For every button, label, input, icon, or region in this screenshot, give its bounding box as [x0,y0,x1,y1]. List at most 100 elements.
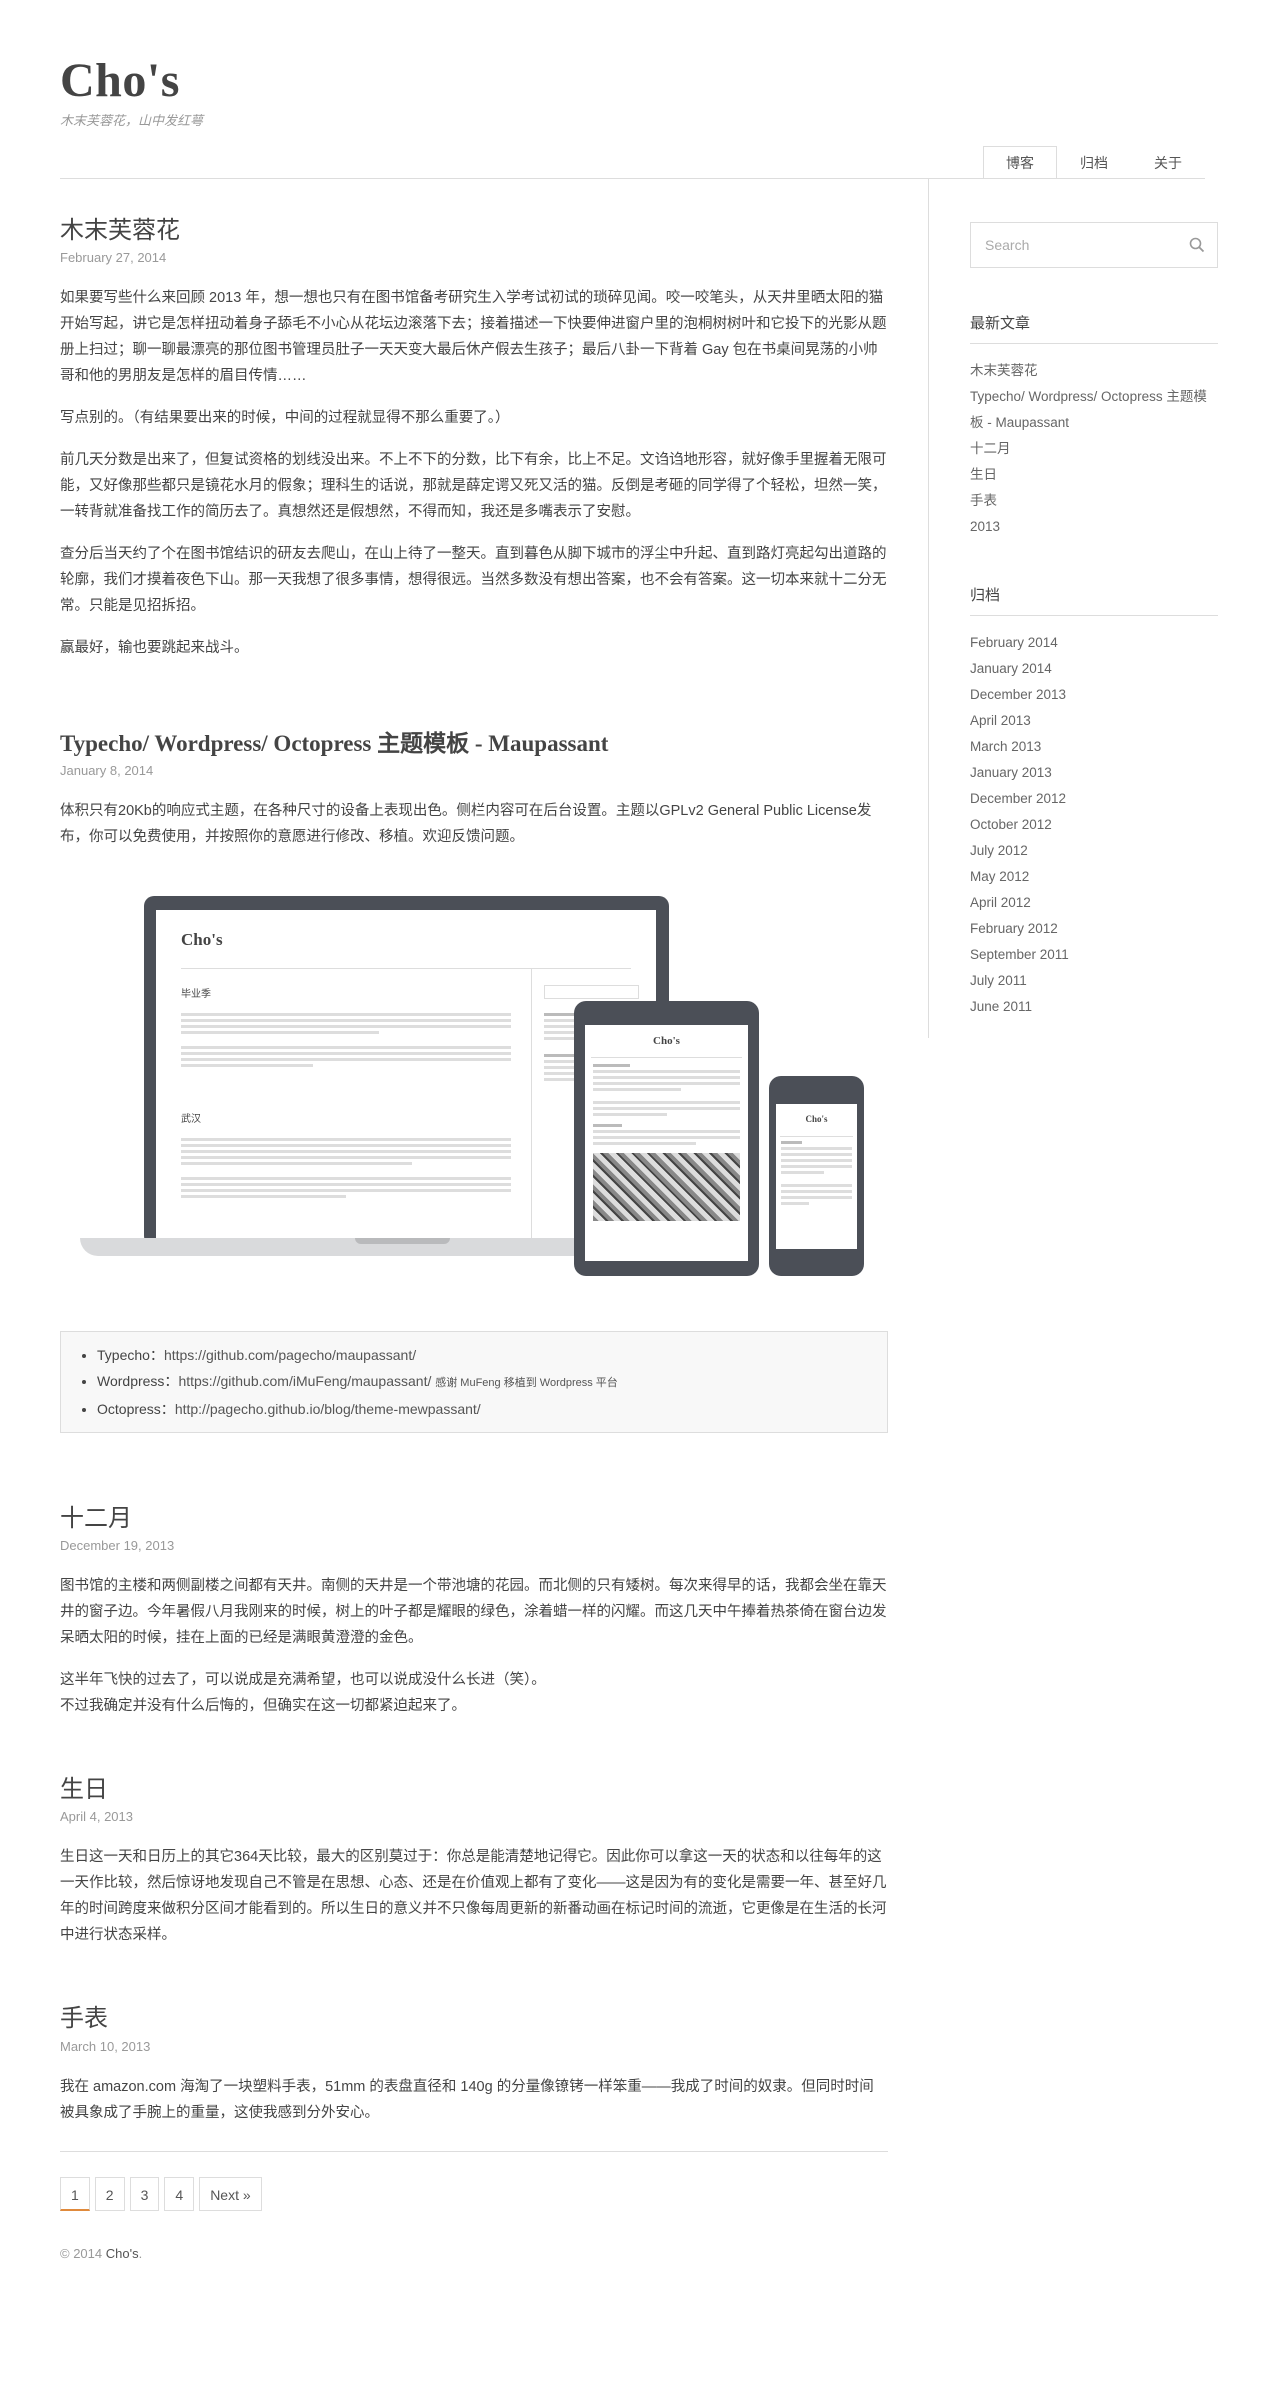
list-item: October 2012 [970,812,1218,838]
recent-post-link[interactable]: 十二月 [970,441,1011,456]
post-date: December 19, 2013 [60,1538,175,1554]
post-date: January 8, 2014 [60,763,154,779]
pagination: 1 2 3 4 Next » [60,2176,888,2211]
site-title[interactable]: Cho's [60,54,203,108]
sidebar: 最新文章 木末芙蓉花 Typecho/ Wordpress/ Octopress… [970,222,1218,1020]
phone-screen: Cho's [776,1104,857,1250]
footer-site-link[interactable]: Cho's [106,2246,139,2261]
post-title[interactable]: Typecho/ Wordpress/ Octopress 主题模板 - Mau… [60,729,888,759]
post-paragraph: 查分后当天约了个在图书馆结识的研友去爬山，在山上待了一整天。直到暮色从脚下城市的… [60,546,887,615]
archive-link[interactable]: October 2012 [970,817,1052,832]
list-item: April 2013 [970,708,1218,734]
list-item: April 2012 [970,890,1218,916]
copyright-text: © 2014 [60,2245,106,2261]
mockup-photo [593,1153,740,1222]
mockup-rule [780,1136,853,1138]
archive-link[interactable]: May 2012 [970,869,1029,884]
sidebar-divider [928,178,929,1038]
search-box [970,222,1218,268]
post: Typecho/ Wordpress/ Octopress 主题模板 - Mau… [60,729,888,1434]
link-label: Typecho： [97,1347,164,1364]
main-nav: 博客 归档 关于 [983,146,1205,179]
archive-link[interactable]: April 2013 [970,713,1031,728]
list-item: January 2014 [970,656,1218,682]
post-paragraph: 写点别的。（有结果要出来的时候，中间的过程就显得不那么重要了。） [60,410,510,427]
post-paragraph: 如果要写些什么来回顾 2013 年，想一想也只有在图书馆备考研究生入学考试初试的… [60,290,887,385]
page-link-3[interactable]: 3 [129,2176,160,2211]
link-label: Wordpress： [97,1373,179,1390]
next-page-button[interactable]: Next » [199,2176,262,2211]
archive-link[interactable]: April 2012 [970,895,1031,910]
recent-posts-widget: 最新文章 木末芙蓉花 Typecho/ Wordpress/ Octopress… [970,312,1218,540]
content-divider [60,2150,888,2152]
archive-link[interactable]: September 2011 [970,947,1069,962]
list-item: February 2012 [970,916,1218,942]
archive-link[interactable]: July 2011 [970,973,1027,988]
mockup-post-title: 毕业季 [181,989,211,1001]
recent-post-link[interactable]: 手表 [970,493,997,508]
list-item: September 2011 [970,942,1218,968]
mockup-text-block [585,1064,748,1146]
recent-post-link[interactable]: 2013 [970,519,1000,534]
list-item: January 2013 [970,760,1218,786]
list-item: 木末芙蓉花 [970,358,1218,384]
list-item: May 2012 [970,864,1218,890]
recent-post-link[interactable]: 木末芙蓉花 [970,363,1038,378]
typecho-link[interactable]: https://github.com/pagecho/maupassant/ [164,1347,416,1363]
post-paragraph: 生日这一天和日历上的其它364天比较，最大的区别莫过于：你总是能清楚地记得它。因… [60,1849,887,1944]
recent-post-link[interactable]: 生日 [970,467,997,482]
mockup-text-block [181,1135,511,1201]
post-date: April 4, 2013 [60,1809,133,1825]
post-title[interactable]: 木末芙蓉花 [60,215,888,246]
page-link-2[interactable]: 2 [94,2176,125,2211]
wordpress-link[interactable]: https://github.com/iMuFeng/maupassant/ [178,1373,431,1389]
octopress-link[interactable]: http://pagecho.github.io/blog/theme-mewp… [175,1401,481,1417]
mockup-site-title: Cho's [181,930,223,950]
page: Cho's 木末芙蓉花，山中发红萼 博客 归档 关于 木末芙蓉花 Februar… [0,0,1265,2393]
post-date: February 27, 2014 [60,250,167,266]
post-paragraph: 前几天分数是出来了，但复试资格的划线没出来。不上不下的分数，比下有余，比上不足。… [60,452,887,521]
post-title[interactable]: 手表 [60,2003,888,2034]
search-input[interactable] [971,223,1189,267]
archive-link[interactable]: January 2013 [970,765,1052,780]
archive-link[interactable]: December 2012 [970,791,1066,806]
archive-link[interactable]: March 2013 [970,739,1041,754]
mockup-site-title: Cho's [653,1035,680,1048]
list-item: July 2011 [970,968,1218,994]
recent-post-link[interactable]: Typecho/ Wordpress/ Octopress 主题模板 - Mau… [970,389,1207,430]
site-footer: © 2014 Cho's. [60,2246,888,2261]
post-paragraph: 赢最好，输也要跳起来战斗。 [60,640,249,657]
list-item: December 2013 [970,682,1218,708]
list-item: Typecho：https://github.com/pagecho/maupa… [97,1342,877,1368]
page-link-1[interactable]: 1 [60,2176,90,2211]
post-title[interactable]: 生日 [60,1774,888,1805]
archive-link[interactable]: February 2014 [970,635,1058,650]
list-item: 十二月 [970,436,1218,462]
post: 手表 March 10, 2013 我在 amazon.com 海淘了一块塑料手… [60,2003,888,2125]
footer-period: . [138,2245,143,2261]
list-item: 生日 [970,462,1218,488]
post: 生日 April 4, 2013 生日这一天和日历上的其它364天比较，最大的区… [60,1774,888,1948]
page-link-4[interactable]: 4 [164,2176,195,2211]
nav-tab-blog[interactable]: 博客 [983,146,1057,179]
nav-tab-archive[interactable]: 归档 [1057,146,1131,178]
list-item: 2013 [970,514,1218,540]
mockup-text-block [776,1141,857,1206]
mockup-text-block [181,1010,511,1070]
archive-link[interactable]: June 2011 [970,999,1032,1014]
responsive-devices-image: Cho's 毕业季 武汉 Cho's Cho's [60,866,888,1311]
post-title[interactable]: 十二月 [60,1503,888,1534]
tablet-screen: Cho's [585,1025,748,1262]
mockup-post-title: 武汉 [181,1114,201,1126]
search-icon[interactable] [1189,237,1205,253]
archive-link[interactable]: February 2012 [970,921,1058,936]
list-item: December 2012 [970,786,1218,812]
mockup-sidebar-rule [531,968,532,1239]
list-item: March 2013 [970,734,1218,760]
archive-link[interactable]: January 2014 [970,661,1052,676]
laptop-notch [355,1238,450,1245]
nav-tab-about[interactable]: 关于 [1131,146,1205,178]
archive-link[interactable]: July 2012 [970,843,1028,858]
archive-link[interactable]: December 2013 [970,687,1066,702]
download-links-box: Typecho：https://github.com/pagecho/maupa… [60,1331,888,1434]
